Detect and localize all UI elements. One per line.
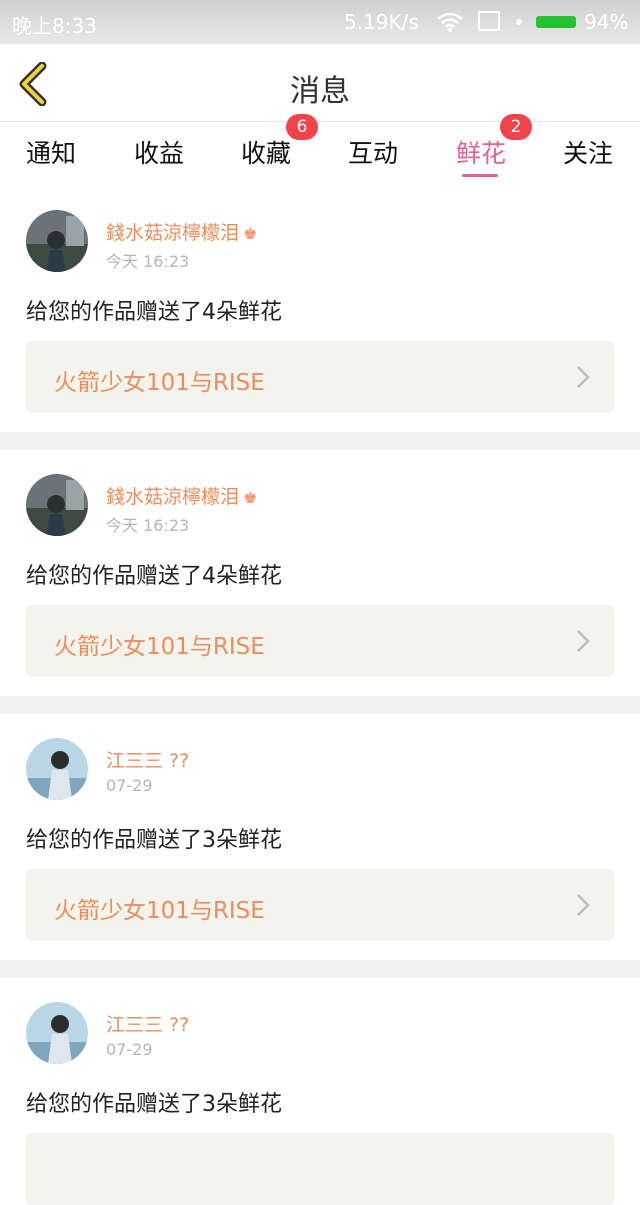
status-time: 晚上8:33	[12, 14, 97, 38]
tab-label: 收益	[134, 139, 185, 168]
top-bar: 消息	[0, 44, 640, 122]
message-text: 给您的作品赠送了3朵鲜花	[26, 1092, 282, 1117]
page-title: 消息	[290, 74, 350, 109]
message-card: 錢水菇涼檸檬泪 ♚ 今天 16:23 给您的作品赠送了4朵鲜花 火箭少女101与R…	[0, 450, 640, 696]
avatar[interactable]	[26, 1002, 88, 1064]
battery-percent: 94%	[584, 10, 629, 34]
message-text: 给您的作品赠送了4朵鲜花	[26, 300, 282, 325]
tab-interactions[interactable]: 互动	[348, 134, 398, 170]
network-speed: 5.19K/s	[344, 10, 419, 34]
tab-label: 互动	[348, 139, 399, 168]
tab-notifications[interactable]: 通知	[26, 134, 76, 170]
sender-name[interactable]: 錢水菇涼檸檬泪 ♚	[106, 482, 257, 509]
work-title: 火箭少女101与RISE	[54, 898, 265, 924]
signal-dot-icon	[516, 19, 522, 25]
message-card: 錢水菇涼檸檬泪 ♚ 今天 16:23 给您的作品赠送了4朵鲜花 火箭少女101与R…	[0, 180, 640, 432]
tab-label: 关注	[563, 139, 614, 168]
tab-flowers[interactable]: 鲜花	[456, 134, 507, 177]
chevron-right-icon	[577, 894, 590, 916]
sender-name[interactable]: 江三三 ??	[106, 746, 189, 773]
tab-follow[interactable]: 关注	[563, 134, 613, 170]
crown-icon: ♚	[243, 488, 258, 507]
tab-label: 鲜花	[456, 139, 507, 168]
active-tab-indicator	[462, 174, 498, 177]
tab-label: 收藏	[241, 139, 292, 168]
work-link[interactable]: 火箭少女101与RISE	[26, 605, 614, 677]
tab-earnings[interactable]: 收益	[134, 134, 184, 170]
sender-name[interactable]: 江三三 ??	[106, 1010, 189, 1037]
message-time: 07-29	[106, 1040, 153, 1059]
section-divider	[0, 432, 640, 450]
message-time: 今天 16:23	[106, 516, 190, 535]
work-link[interactable]	[26, 1133, 614, 1205]
section-divider	[0, 696, 640, 714]
wifi-icon	[437, 12, 463, 32]
tab-label: 通知	[26, 139, 77, 168]
work-title: 火箭少女101与RISE	[54, 634, 265, 660]
chevron-right-icon	[577, 630, 590, 652]
message-time: 07-29	[106, 776, 153, 795]
favorites-count-badge: 6	[286, 114, 318, 140]
tab-bar: 通知 收益 收藏 互动 鲜花 关注	[0, 122, 640, 180]
status-bar: 晚上8:33 5.19K/s 94%	[0, 0, 640, 44]
message-card: 江三三 ?? 07-29 给您的作品赠送了3朵鲜花	[0, 978, 640, 1205]
work-link[interactable]: 火箭少女101与RISE	[26, 869, 614, 941]
message-card: 江三三 ?? 07-29 给您的作品赠送了3朵鲜花 火箭少女101与RISE	[0, 714, 640, 960]
battery-icon	[536, 16, 576, 28]
avatar[interactable]	[26, 210, 88, 272]
message-time: 今天 16:23	[106, 252, 190, 271]
chevron-right-icon	[577, 366, 590, 388]
tab-favorites[interactable]: 收藏	[241, 134, 291, 170]
work-title: 火箭少女101与RISE	[54, 370, 265, 396]
avatar[interactable]	[26, 474, 88, 536]
crown-icon: ♚	[243, 224, 258, 243]
section-divider	[0, 960, 640, 978]
message-text: 给您的作品赠送了3朵鲜花	[26, 828, 282, 853]
work-link[interactable]: 火箭少女101与RISE	[26, 341, 614, 413]
avatar[interactable]	[26, 738, 88, 800]
flowers-count-badge: 2	[500, 114, 532, 140]
message-text: 给您的作品赠送了4朵鲜花	[26, 564, 282, 589]
sender-name[interactable]: 錢水菇涼檸檬泪 ♚	[106, 218, 257, 245]
sim-icon	[478, 11, 500, 31]
